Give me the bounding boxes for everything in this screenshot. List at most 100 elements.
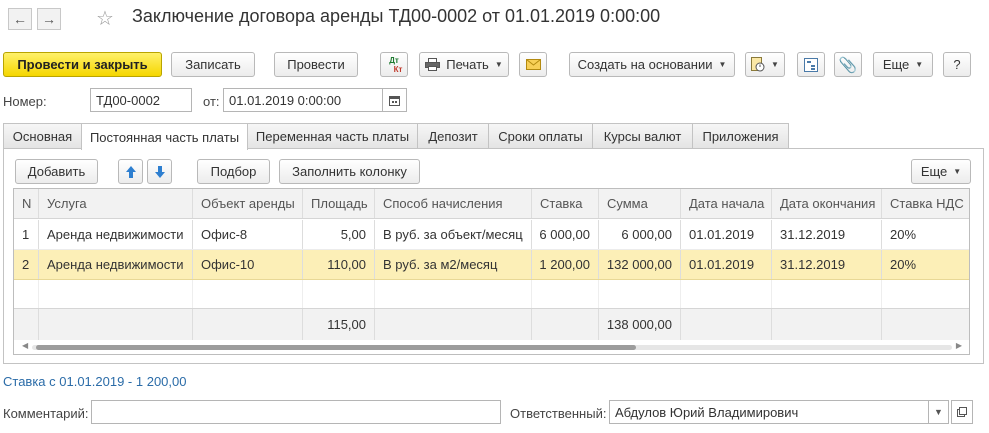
move-down-button[interactable] bbox=[147, 159, 172, 184]
chevron-down-icon: ▼ bbox=[915, 60, 924, 69]
rate-info-link[interactable]: Ставка с 01.01.2019 - 1 200,00 bbox=[3, 374, 186, 389]
column-header[interactable]: Объект аренды bbox=[193, 189, 303, 218]
selection-button[interactable]: Подбор bbox=[197, 159, 270, 184]
tab-attachments[interactable]: Приложения bbox=[692, 123, 789, 148]
move-up-button[interactable] bbox=[118, 159, 143, 184]
post-button[interactable]: Провести bbox=[274, 52, 358, 77]
table-cell: 132 000,00 bbox=[599, 250, 681, 279]
table-row[interactable]: 1 Аренда недвижимости Офис-8 5,00 В руб.… bbox=[14, 220, 969, 250]
total-sum: 138 000,00 bbox=[599, 309, 681, 340]
send-email-button[interactable] bbox=[519, 52, 547, 77]
footer-cell bbox=[193, 309, 303, 340]
post-and-close-button[interactable]: Провести и закрыть bbox=[3, 52, 162, 77]
table-cell: 6 000,00 bbox=[532, 220, 599, 249]
create-based-on-button[interactable]: Создать на основании ▼ bbox=[569, 52, 735, 77]
number-field[interactable]: ТД00-0002 bbox=[90, 88, 192, 112]
arrow-down-icon bbox=[154, 165, 165, 178]
calendar-icon bbox=[389, 95, 400, 106]
forward-button[interactable]: → bbox=[37, 8, 61, 30]
column-header[interactable]: Ставка bbox=[532, 189, 599, 218]
table-row-selected[interactable]: 2 Аренда недвижимости Офис-10 110,00 В р… bbox=[14, 250, 969, 280]
chevron-down-icon: ▼ bbox=[771, 60, 779, 69]
comment-label: Комментарий: bbox=[3, 406, 89, 421]
save-button[interactable]: Записать bbox=[171, 52, 255, 77]
reports-button[interactable]: ▼ bbox=[745, 52, 785, 77]
add-button[interactable]: Добавить bbox=[15, 159, 98, 184]
date-label: от: bbox=[203, 94, 220, 109]
column-header[interactable]: Сумма bbox=[599, 189, 681, 218]
table-more-label: Еще bbox=[920, 164, 948, 179]
table-cell: 110,00 bbox=[303, 250, 375, 279]
more-button[interactable]: Еще ▼ bbox=[873, 52, 933, 77]
structure-button[interactable] bbox=[797, 52, 825, 77]
tab-exchange-rates[interactable]: Курсы валют bbox=[592, 123, 693, 148]
arrow-up-icon bbox=[125, 165, 136, 178]
column-header[interactable]: Услуга bbox=[39, 189, 193, 218]
table-cell: 1 200,00 bbox=[532, 250, 599, 279]
calendar-button[interactable] bbox=[383, 88, 407, 112]
print-label: Печать bbox=[446, 57, 489, 72]
tab-main[interactable]: Основная bbox=[3, 123, 82, 148]
table-cell: 31.12.2019 bbox=[772, 250, 882, 279]
footer-cell bbox=[681, 309, 772, 340]
print-button[interactable]: Печать ▼ bbox=[419, 52, 509, 77]
footer-cell bbox=[532, 309, 599, 340]
tab-deposit[interactable]: Депозит bbox=[417, 123, 489, 148]
empty-area bbox=[532, 280, 599, 308]
payments-table[interactable]: N Услуга Объект аренды Площадь Способ на… bbox=[13, 188, 970, 355]
empty-area bbox=[193, 280, 303, 308]
dt-kt-button[interactable]: Дт Кт bbox=[380, 52, 408, 77]
responsible-open-button[interactable] bbox=[951, 400, 973, 424]
table-cell: 01.01.2019 bbox=[681, 220, 772, 249]
scroll-right-icon[interactable]: ▶ bbox=[956, 341, 962, 350]
table-cell: Офис-10 bbox=[193, 250, 303, 279]
tab-variable-payment[interactable]: Переменная часть платы bbox=[247, 123, 418, 148]
responsible-label: Ответственный: bbox=[510, 406, 607, 421]
dt-kt-icon-bottom: Кт bbox=[393, 64, 403, 74]
chevron-down-icon: ▼ bbox=[718, 60, 727, 69]
table-more-button[interactable]: Еще ▼ bbox=[911, 159, 971, 184]
document-report-icon bbox=[751, 57, 765, 72]
tab-strip: Основная Постоянная часть платы Переменн… bbox=[3, 123, 984, 150]
tab-fixed-payment[interactable]: Постоянная часть платы bbox=[81, 123, 248, 150]
empty-area bbox=[39, 280, 193, 308]
column-header[interactable]: N bbox=[14, 189, 39, 218]
fill-column-button[interactable]: Заполнить колонку bbox=[279, 159, 420, 184]
footer-cell bbox=[882, 309, 969, 340]
chevron-down-icon: ▼ bbox=[934, 407, 943, 417]
table-cell: 2 bbox=[14, 250, 39, 279]
empty-area bbox=[303, 280, 375, 308]
column-header[interactable]: Способ начисления bbox=[375, 189, 532, 218]
horizontal-scrollbar[interactable]: ◀ ▶ bbox=[22, 341, 962, 351]
column-header[interactable]: Дата окончания bbox=[772, 189, 882, 218]
arrow-left-icon: ← bbox=[13, 11, 27, 27]
attachments-button[interactable]: 📎 bbox=[834, 52, 862, 77]
open-window-icon bbox=[957, 407, 967, 417]
responsible-field[interactable]: Абдулов Юрий Владимирович bbox=[609, 400, 929, 424]
column-header[interactable]: Ставка НДС bbox=[882, 189, 969, 218]
column-header[interactable]: Площадь bbox=[303, 189, 375, 218]
scroll-thumb[interactable] bbox=[36, 345, 636, 350]
responsible-dropdown-button[interactable]: ▼ bbox=[929, 400, 949, 424]
chevron-down-icon: ▼ bbox=[953, 167, 962, 176]
arrow-right-icon: → bbox=[42, 11, 56, 27]
table-cell: 01.01.2019 bbox=[681, 250, 772, 279]
scroll-left-icon[interactable]: ◀ bbox=[22, 341, 28, 350]
back-button[interactable]: ← bbox=[8, 8, 32, 30]
column-header[interactable]: Дата начала bbox=[681, 189, 772, 218]
comment-field[interactable] bbox=[91, 400, 501, 424]
table-header: N Услуга Объект аренды Площадь Способ на… bbox=[14, 189, 969, 219]
favorite-star-icon[interactable]: ☆ bbox=[96, 6, 114, 31]
help-button[interactable]: ? bbox=[943, 52, 971, 77]
table-cell: 31.12.2019 bbox=[772, 220, 882, 249]
date-field[interactable]: 01.01.2019 0:00:00 bbox=[223, 88, 383, 112]
table-cell: 20% bbox=[890, 227, 917, 242]
total-area: 115,00 bbox=[303, 309, 375, 340]
table-cell: 6 000,00 bbox=[599, 220, 681, 249]
table-cell: В руб. за м2/месяц bbox=[375, 250, 532, 279]
chevron-down-icon: ▼ bbox=[494, 60, 503, 69]
table-cell: В руб. за объект/месяц bbox=[375, 220, 532, 249]
table-footer-totals: 115,00 138 000,00 bbox=[14, 308, 969, 340]
empty-area bbox=[681, 280, 772, 308]
tab-payment-terms[interactable]: Сроки оплаты bbox=[488, 123, 593, 148]
